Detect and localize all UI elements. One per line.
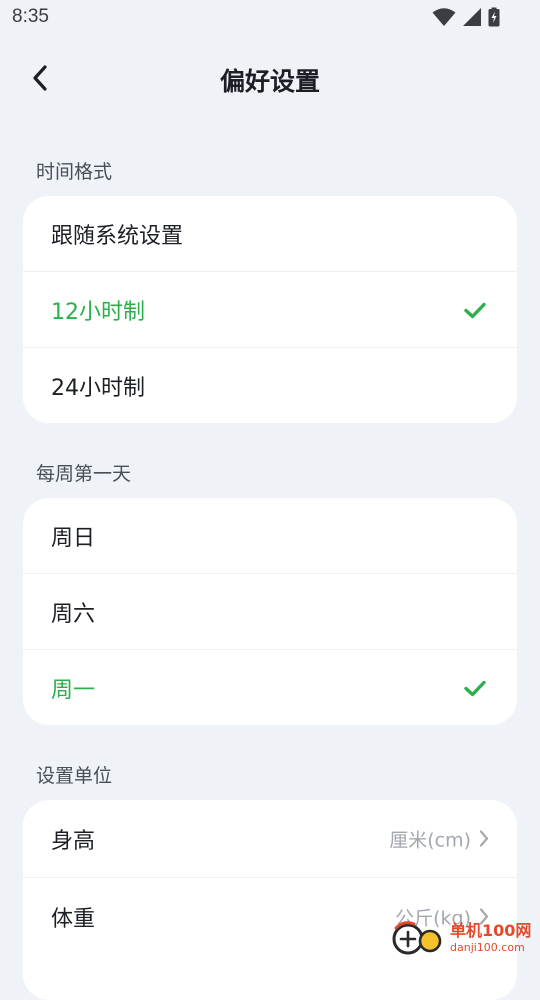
- nav-bar: 偏好设置: [0, 48, 540, 110]
- checkmark-icon: [464, 680, 486, 696]
- week-start-card: 周日 周六 周一: [23, 498, 517, 725]
- battery-charging-icon: [488, 7, 500, 31]
- page-title: 偏好设置: [219, 67, 320, 96]
- chevron-right-icon: [479, 830, 489, 847]
- unit-label: 身高: [51, 828, 96, 854]
- week-start-option-saturday[interactable]: 周六: [23, 573, 517, 649]
- option-label: 周六: [51, 601, 96, 627]
- option-label: 24小时制: [51, 375, 145, 401]
- unit-value-group: 厘米(cm): [389, 825, 489, 852]
- status-icons: [432, 7, 500, 31]
- option-label: 12小时制: [51, 299, 145, 325]
- watermark-name: 单机100网: [450, 921, 532, 940]
- watermark-domain: danji100.com: [450, 941, 525, 954]
- option-label: 周日: [51, 525, 96, 551]
- section-label-time-format: 时间格式: [36, 161, 113, 183]
- watermark-logo-icon: [390, 918, 446, 958]
- status-time: 8:35: [12, 6, 49, 27]
- week-start-option-sunday[interactable]: 周日: [23, 498, 517, 573]
- unit-label: 体重: [51, 906, 96, 932]
- time-format-option-12h[interactable]: 12小时制: [23, 271, 517, 347]
- cellular-signal-icon: [462, 7, 482, 31]
- option-label: 周一: [51, 677, 96, 703]
- unit-value: 厘米(cm): [389, 829, 471, 851]
- section-label-units: 设置单位: [36, 765, 113, 787]
- section-label-week-start: 每周第一天: [36, 463, 132, 485]
- week-start-option-monday[interactable]: 周一: [23, 649, 517, 725]
- time-format-option-system[interactable]: 跟随系统设置: [23, 196, 517, 271]
- status-bar: 8:35: [0, 0, 540, 36]
- watermark: 单机100网 danji100.com: [390, 916, 540, 960]
- wifi-icon: [432, 7, 456, 31]
- unit-row-height[interactable]: 身高 厘米(cm): [23, 800, 517, 877]
- watermark-text: 单机100网 danji100.com: [450, 921, 532, 954]
- time-format-option-24h[interactable]: 24小时制: [23, 347, 517, 423]
- time-format-card: 跟随系统设置 12小时制 24小时制: [23, 196, 517, 423]
- checkmark-icon: [464, 302, 486, 318]
- option-label: 跟随系统设置: [51, 223, 184, 249]
- units-card: 身高 厘米(cm) 体重 公斤(kg): [23, 800, 517, 1000]
